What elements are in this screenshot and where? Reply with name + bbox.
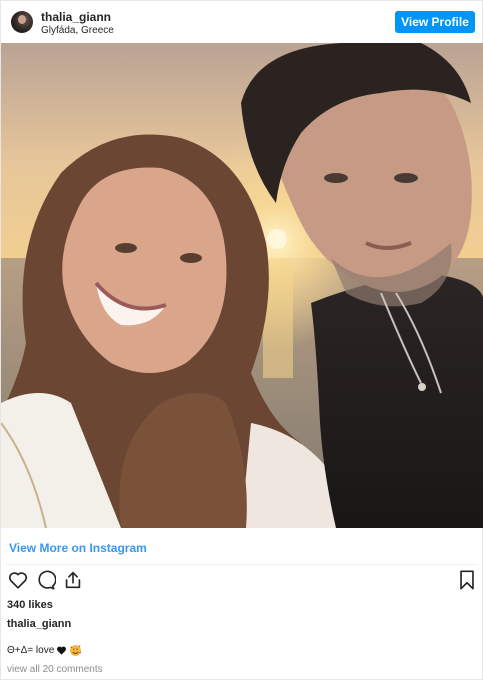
heart-icon[interactable] bbox=[7, 569, 29, 591]
smiling-face-with-hearts-icon bbox=[70, 645, 82, 656]
caption-text: Θ+Δ= love bbox=[7, 645, 55, 656]
avatar[interactable] bbox=[11, 11, 33, 33]
username[interactable]: thalia_giann bbox=[41, 10, 111, 24]
view-profile-button[interactable]: View Profile bbox=[395, 11, 475, 33]
view-more-link[interactable]: View More on Instagram bbox=[9, 541, 147, 555]
caption: Θ+Δ= love bbox=[7, 644, 82, 657]
post-header: thalia_giann Glyfáda, Greece View Profil… bbox=[1, 1, 482, 43]
black-heart-icon bbox=[57, 646, 67, 655]
likes-count[interactable]: 340 likes bbox=[7, 599, 53, 611]
sunset-selfie-image bbox=[1, 43, 483, 528]
divider bbox=[6, 564, 477, 565]
location[interactable]: Glyfáda, Greece bbox=[41, 25, 114, 36]
bookmark-icon[interactable] bbox=[456, 569, 478, 591]
instagram-embed: thalia_giann Glyfáda, Greece View Profil… bbox=[0, 0, 483, 680]
action-bar bbox=[1, 569, 482, 593]
comment-icon[interactable] bbox=[34, 569, 56, 591]
share-icon[interactable] bbox=[62, 569, 84, 591]
post-photo[interactable] bbox=[1, 43, 483, 528]
view-all-comments-link[interactable]: view all 20 comments bbox=[7, 664, 103, 675]
caption-username[interactable]: thalia_giann bbox=[7, 618, 71, 630]
